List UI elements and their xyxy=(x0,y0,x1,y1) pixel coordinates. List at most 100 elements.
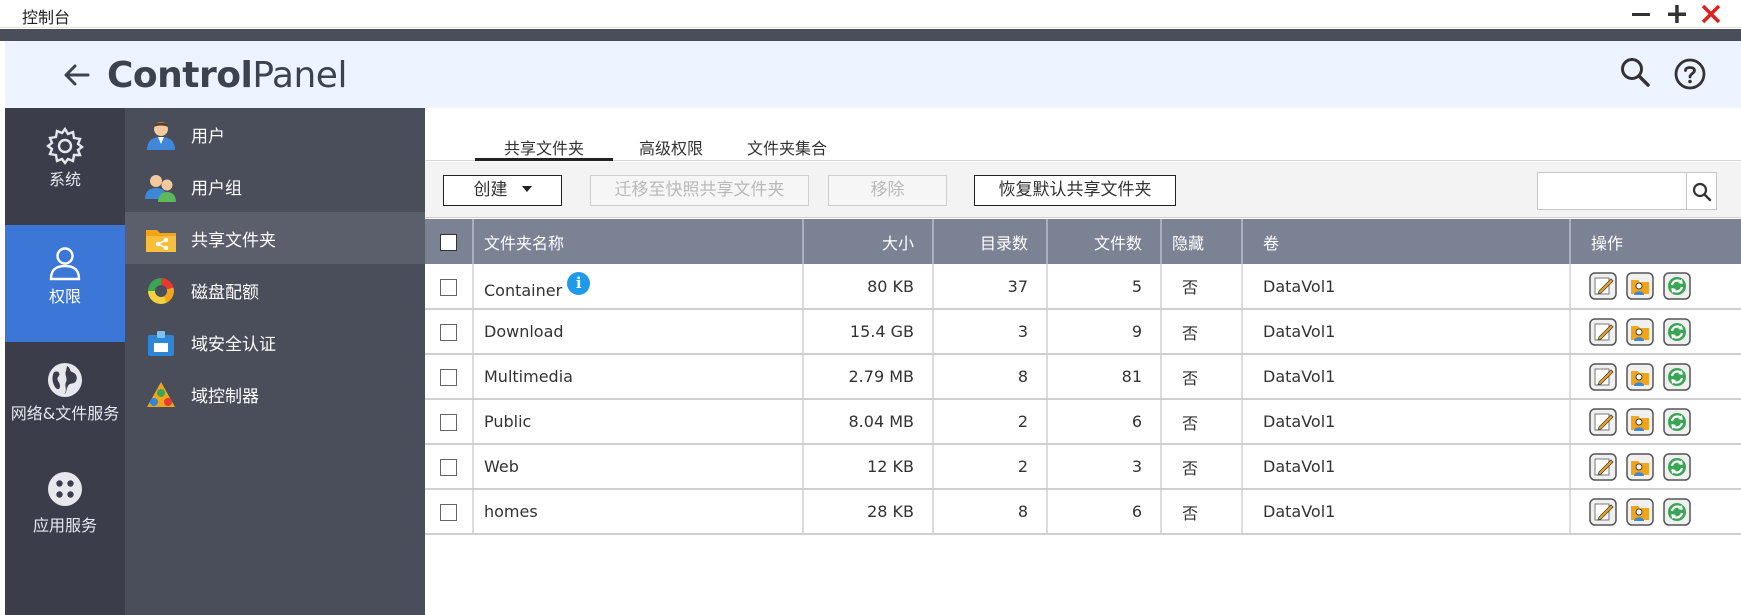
refresh-icon[interactable] xyxy=(1663,452,1691,481)
window-titlebar: 控制台 xyxy=(0,0,1741,28)
migrate-snapshot-button[interactable]: 迁移至快照共享文件夹 xyxy=(590,175,809,206)
remove-button[interactable]: 移除 xyxy=(828,175,947,206)
minimize-icon[interactable] xyxy=(1628,1,1654,27)
refresh-icon[interactable] xyxy=(1663,317,1691,346)
edit-permissions-icon[interactable] xyxy=(1626,317,1654,346)
table-header-row: 文件夹名称 大小 目录数 文件数 隐藏 卷 操作 xyxy=(425,219,1741,264)
folder-name[interactable]: homes xyxy=(484,502,538,521)
directories-cell: 8 xyxy=(933,354,1048,400)
table-row[interactable]: Download 15.4 GB 3 9 否 DataVol1 xyxy=(425,309,1741,355)
rail-item-network[interactable]: 网络&文件服务 xyxy=(5,342,125,459)
maximize-icon[interactable] xyxy=(1664,1,1690,27)
toolbar: 创建 迁移至快照共享文件夹 移除 恢复默认共享文件夹 xyxy=(425,162,1741,218)
edit-properties-icon[interactable] xyxy=(1589,407,1617,436)
row-checkbox[interactable] xyxy=(440,504,457,521)
folder-name[interactable]: Download xyxy=(484,322,564,341)
row-checkbox[interactable] xyxy=(440,459,457,476)
table-row[interactable]: Multimedia 2.79 MB 8 81 否 DataVol1 xyxy=(425,354,1741,400)
rail-item-permissions[interactable]: 权限 xyxy=(5,225,125,342)
rail-item-app-services[interactable]: 应用服务 xyxy=(5,459,125,576)
window-accent-strip xyxy=(0,29,1741,41)
actions-cell xyxy=(1570,309,1741,355)
edit-permissions-icon[interactable] xyxy=(1626,497,1654,526)
table-row[interactable]: Web 12 KB 2 3 否 DataVol1 xyxy=(425,444,1741,490)
subnav-item-users[interactable]: 用户 xyxy=(125,108,425,160)
back-arrow-icon[interactable] xyxy=(60,58,94,92)
restore-default-folders-button[interactable]: 恢复默认共享文件夹 xyxy=(974,175,1176,206)
files-cell: 9 xyxy=(1047,309,1162,355)
subnav-item-shared-folders[interactable]: 共享文件夹 xyxy=(125,212,425,264)
edit-properties-icon[interactable] xyxy=(1589,317,1617,346)
subnav-item-domain-security[interactable]: 域安全认证 xyxy=(125,316,425,368)
row-checkbox[interactable] xyxy=(440,278,457,296)
files-cell: 6 xyxy=(1047,489,1162,535)
refresh-icon[interactable] xyxy=(1663,272,1691,300)
row-checkbox[interactable] xyxy=(440,414,457,431)
group-icon xyxy=(145,175,176,202)
create-button[interactable]: 创建 xyxy=(443,175,562,206)
col-volume[interactable]: 卷 xyxy=(1242,219,1571,264)
row-select-cell xyxy=(425,264,474,310)
permissions-subnav: 用户 用户组 共享文件夹 磁盘配额 域安全认证 域控制器 xyxy=(125,108,425,615)
folder-name[interactable]: Web xyxy=(484,457,519,476)
table-row[interactable]: homes 28 KB 8 6 否 DataVol1 xyxy=(425,489,1741,535)
close-icon[interactable] xyxy=(1698,1,1724,27)
search-icon xyxy=(1692,182,1712,202)
refresh-icon[interactable] xyxy=(1663,407,1691,436)
subnav-label-groups: 用户组 xyxy=(191,179,242,199)
row-select-cell xyxy=(425,354,474,400)
row-checkbox[interactable] xyxy=(440,369,457,386)
subnav-item-domain-controller[interactable]: 域控制器 xyxy=(125,368,425,420)
folder-name[interactable]: Multimedia xyxy=(484,367,573,386)
edit-permissions-icon[interactable] xyxy=(1626,452,1654,481)
edit-properties-icon[interactable] xyxy=(1589,272,1617,300)
search-input[interactable] xyxy=(1538,173,1688,209)
app-title: ControlPanel xyxy=(107,55,347,96)
folder-name-cell: Multimedia xyxy=(473,354,804,400)
rail-item-system[interactable]: 系统 xyxy=(5,108,125,225)
info-icon[interactable]: i xyxy=(567,272,591,295)
folder-name[interactable]: Public xyxy=(484,412,531,431)
domain-security-icon xyxy=(148,331,174,356)
edit-properties-icon[interactable] xyxy=(1589,497,1617,526)
edit-permissions-icon[interactable] xyxy=(1626,407,1654,436)
search-icon[interactable] xyxy=(1617,55,1653,91)
hidden-cell: 否 xyxy=(1161,489,1243,535)
volume-cell: DataVol1 xyxy=(1242,354,1571,400)
folder-name[interactable]: Container xyxy=(484,281,562,300)
hidden-cell: 否 xyxy=(1161,444,1243,490)
help-icon[interactable] xyxy=(1673,57,1707,91)
tab-folder-aggregation[interactable]: 文件夹集合 xyxy=(732,135,842,161)
app-title-bold: Control xyxy=(107,55,253,96)
tab-shared-folders[interactable]: 共享文件夹 xyxy=(475,135,613,161)
domain-controller-icon xyxy=(147,382,175,407)
table-row[interactable]: Container i 80 KB 37 5 否 DataVol1 xyxy=(425,264,1741,310)
subnav-item-groups[interactable]: 用户组 xyxy=(125,160,425,212)
folder-name-cell: Web xyxy=(473,444,804,490)
app-header: ControlPanel xyxy=(5,41,1741,108)
folder-name-cell: homes xyxy=(473,489,804,535)
select-all-checkbox[interactable] xyxy=(440,234,457,251)
col-hidden[interactable]: 隐藏 xyxy=(1161,219,1243,264)
col-files[interactable]: 文件数 xyxy=(1047,219,1162,264)
shared-folders-panel: 共享文件夹 高级权限 文件夹集合 创建 迁移至快照共享文件夹 移除 恢复默认共享… xyxy=(425,108,1741,615)
row-checkbox[interactable] xyxy=(440,324,457,341)
tab-advanced-permissions[interactable]: 高级权限 xyxy=(626,135,716,161)
files-cell: 5 xyxy=(1047,264,1162,310)
edit-permissions-icon[interactable] xyxy=(1626,362,1654,391)
edit-properties-icon[interactable] xyxy=(1589,452,1617,481)
chevron-down-icon xyxy=(521,186,532,192)
search-button[interactable] xyxy=(1687,172,1717,210)
col-size[interactable]: 大小 xyxy=(803,219,934,264)
edit-permissions-icon[interactable] xyxy=(1626,272,1654,300)
refresh-icon[interactable] xyxy=(1663,362,1691,391)
col-directories[interactable]: 目录数 xyxy=(933,219,1048,264)
directories-cell: 3 xyxy=(933,309,1048,355)
subnav-item-disk-quota[interactable]: 磁盘配额 xyxy=(125,264,425,316)
col-folder-name[interactable]: 文件夹名称 xyxy=(473,219,804,264)
user-icon xyxy=(49,247,81,281)
refresh-icon[interactable] xyxy=(1663,497,1691,526)
edit-properties-icon[interactable] xyxy=(1589,362,1617,391)
table-row[interactable]: Public 8.04 MB 2 6 否 DataVol1 xyxy=(425,399,1741,445)
size-cell: 15.4 GB xyxy=(803,309,934,355)
